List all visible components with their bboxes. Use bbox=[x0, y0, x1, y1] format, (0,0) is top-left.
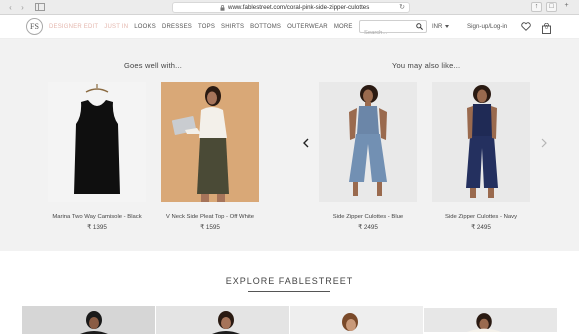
product-name[interactable]: Marina Two Way Camisole - Black bbox=[48, 214, 146, 220]
explore-title: EXPLORE FABLESTREET bbox=[225, 276, 354, 286]
product-name[interactable]: Side Zipper Culottes - Navy bbox=[432, 214, 530, 220]
nav-item-looks[interactable]: LOOKS bbox=[134, 23, 156, 31]
nav-item-just-in[interactable]: JUST IN bbox=[104, 23, 128, 31]
main-nav: DESIGNER EDIT JUST IN LOOKS DRESSES TOPS… bbox=[49, 23, 359, 31]
url-text: www.fablestreet.com/coral-pink-side-zipp… bbox=[228, 4, 370, 11]
site-header: FS DESIGNER EDIT JUST IN LOOKS DRESSES T… bbox=[0, 15, 579, 39]
product-name[interactable]: V Neck Side Pleat Top - Off White bbox=[161, 214, 259, 220]
goes-well-title: Goes well with... bbox=[124, 61, 183, 70]
explore-tile[interactable] bbox=[424, 306, 557, 334]
signup-login-link[interactable]: Sign-up/Log-in bbox=[467, 23, 507, 31]
explore-tile[interactable] bbox=[156, 306, 289, 334]
product-price: ₹ 1595 bbox=[200, 224, 220, 231]
heart-icon[interactable] bbox=[521, 22, 531, 31]
product-image[interactable] bbox=[161, 82, 259, 202]
back-icon[interactable]: ‹ bbox=[6, 3, 15, 12]
product-card[interactable]: Marina Two Way Camisole - Black ₹ 1395 bbox=[48, 82, 146, 231]
nav-item-tops[interactable]: TOPS bbox=[198, 23, 215, 31]
product-image[interactable] bbox=[432, 82, 530, 202]
fablestreet-logo[interactable]: FS bbox=[26, 18, 43, 35]
product-price: ₹ 2495 bbox=[358, 224, 378, 231]
search-icon[interactable] bbox=[416, 23, 423, 30]
chevron-right-icon[interactable] bbox=[540, 138, 548, 148]
nav-item-bottoms[interactable]: BOTTOMS bbox=[250, 23, 281, 31]
tabs-icon[interactable]: □ bbox=[546, 2, 557, 12]
share-icon[interactable]: ↑ bbox=[531, 2, 542, 12]
product-price: ₹ 1395 bbox=[87, 224, 107, 231]
nav-item-outerwear[interactable]: OUTERWEAR bbox=[287, 23, 328, 31]
product-image[interactable] bbox=[48, 82, 146, 202]
nav-item-dresses[interactable]: DRESSES bbox=[162, 23, 192, 31]
nav-item-shirts[interactable]: SHIRTS bbox=[221, 23, 244, 31]
title-underline bbox=[248, 291, 330, 292]
product-price: ₹ 2495 bbox=[471, 224, 491, 231]
currency-select[interactable]: INR bbox=[432, 23, 450, 31]
new-tab-button[interactable]: + bbox=[561, 2, 572, 12]
explore-tile[interactable] bbox=[22, 306, 155, 334]
explore-tile[interactable] bbox=[290, 306, 423, 334]
forward-icon[interactable]: › bbox=[18, 3, 27, 12]
product-card[interactable]: Side Zipper Culottes - Navy ₹ 2495 bbox=[432, 82, 530, 231]
search-input[interactable] bbox=[360, 27, 412, 39]
chevron-down-icon bbox=[445, 24, 450, 28]
lock-icon bbox=[220, 5, 225, 11]
product-name[interactable]: Side Zipper Culottes - Blue bbox=[319, 214, 417, 220]
product-image[interactable] bbox=[319, 82, 417, 202]
reload-icon[interactable]: ↻ bbox=[399, 4, 405, 12]
nav-item-more[interactable]: MORE bbox=[334, 23, 353, 31]
product-card[interactable]: Side Zipper Culottes - Blue ₹ 2495 bbox=[319, 82, 417, 231]
may-like-title: You may also like... bbox=[392, 61, 461, 70]
product-card[interactable]: V Neck Side Pleat Top - Off White ₹ 1595 bbox=[161, 82, 259, 231]
sidebar-icon[interactable] bbox=[34, 3, 45, 12]
browser-toolbar: ‹ › www.fablestreet.com/coral-pink-side-… bbox=[0, 0, 579, 15]
nav-item-designer-edit[interactable]: DESIGNER EDIT bbox=[49, 23, 98, 31]
recommendations-section: Goes well with... You may also like... M… bbox=[0, 39, 579, 251]
chevron-left-icon[interactable] bbox=[302, 138, 310, 148]
search-box bbox=[359, 20, 427, 39]
currency-label: INR bbox=[432, 24, 443, 30]
shopping-bag-icon[interactable]: 0 bbox=[542, 21, 551, 34]
address-bar[interactable]: www.fablestreet.com/coral-pink-side-zipp… bbox=[172, 2, 410, 13]
bag-count: 0 bbox=[545, 25, 548, 31]
